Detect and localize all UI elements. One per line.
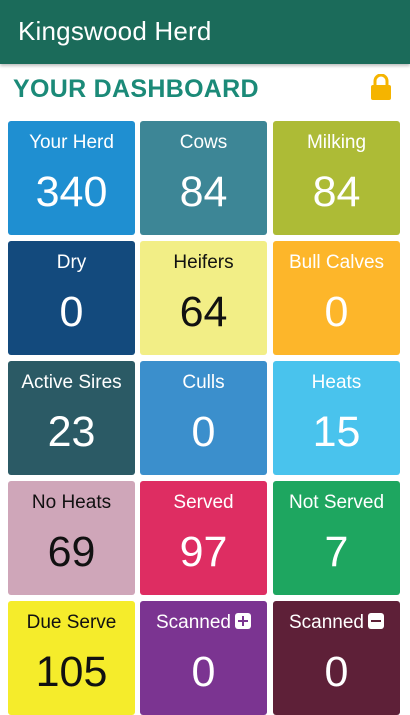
- tile-label: Cows: [179, 132, 228, 153]
- tile-value: 340: [35, 168, 108, 216]
- tile-heifers[interactable]: Heifers 64: [140, 241, 267, 355]
- tile-culls[interactable]: Culls 0: [140, 361, 267, 475]
- tile-no-heats[interactable]: No Heats 69: [8, 481, 135, 595]
- tile-heats[interactable]: Heats 15: [273, 361, 400, 475]
- tile-your-herd[interactable]: Your Herd 340: [8, 121, 135, 235]
- minus-square-icon: [368, 613, 384, 629]
- tile-served[interactable]: Served 97: [140, 481, 267, 595]
- tile-value: 15: [312, 408, 361, 456]
- tile-value: 105: [35, 648, 108, 696]
- tile-value: 0: [324, 648, 349, 696]
- tile-label: Active Sires: [21, 372, 122, 393]
- tile-label: Heifers: [173, 252, 234, 273]
- tile-value: 84: [179, 168, 228, 216]
- tile-value: 7: [324, 528, 349, 576]
- tile-label: Not Served: [288, 492, 385, 513]
- tile-due-serve[interactable]: Due Serve 105: [8, 601, 135, 715]
- dashboard-grid: Your Herd 340 Cows 84 Milking 84 Dry 0 H…: [0, 0, 410, 715]
- tile-value: 0: [191, 408, 216, 456]
- tile-label: Milking: [306, 132, 367, 153]
- tile-label: No Heats: [31, 492, 112, 513]
- tile-value: 0: [324, 288, 349, 336]
- tile-label-text: Scanned: [288, 612, 364, 633]
- tile-milking[interactable]: Milking 84: [273, 121, 400, 235]
- tile-label: Culls: [182, 372, 225, 393]
- tile-value: 97: [179, 528, 228, 576]
- tile-label: Scanned: [140, 612, 267, 634]
- tile-value: 0: [191, 648, 216, 696]
- tile-cows[interactable]: Cows 84: [140, 121, 267, 235]
- tile-not-served[interactable]: Not Served 7: [273, 481, 400, 595]
- tile-label: Scanned: [273, 612, 400, 634]
- tile-label: Your Herd: [29, 132, 114, 153]
- tile-value: 0: [59, 288, 84, 336]
- tile-active-sires[interactable]: Active Sires 23: [8, 361, 135, 475]
- tile-label-text: Scanned: [155, 612, 231, 633]
- tile-label: Served: [173, 492, 234, 513]
- tile-value: 84: [312, 168, 361, 216]
- tile-bull-calves[interactable]: Bull Calves 0: [273, 241, 400, 355]
- tile-value: 69: [47, 528, 96, 576]
- tile-dry[interactable]: Dry 0: [8, 241, 135, 355]
- tile-value: 64: [179, 288, 228, 336]
- plus-square-icon: [235, 613, 251, 629]
- tile-label: Heats: [311, 372, 362, 393]
- tile-label: Dry: [56, 252, 87, 273]
- tile-scanned-positive[interactable]: Scanned 0: [140, 601, 267, 715]
- tile-label: Bull Calves: [288, 252, 385, 273]
- tile-label: Due Serve: [26, 612, 117, 633]
- tile-value: 23: [47, 408, 96, 456]
- tile-scanned-negative[interactable]: Scanned 0: [273, 601, 400, 715]
